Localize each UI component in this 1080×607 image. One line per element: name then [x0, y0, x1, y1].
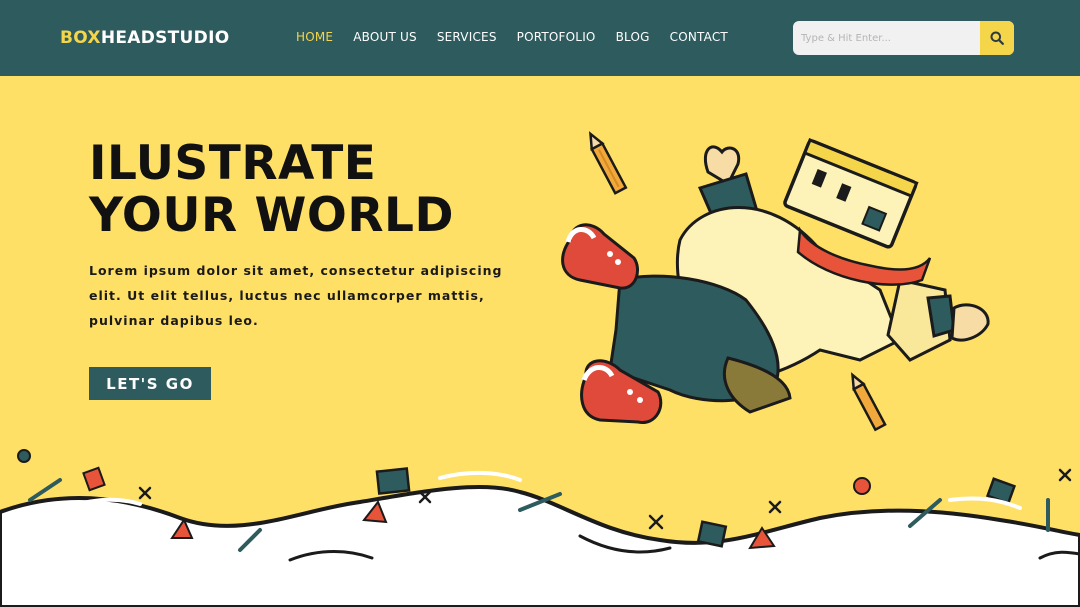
- lets-go-button[interactable]: LET'S GO: [89, 367, 211, 400]
- nav-item-services[interactable]: SERVICES: [437, 30, 497, 44]
- nav-item-about-us[interactable]: ABOUT US: [353, 30, 417, 44]
- brand-logo-part1: BOX: [60, 28, 101, 48]
- hero-description-line1: Lorem ipsum dolor sit amet, consectetur …: [89, 263, 503, 278]
- search-icon: [990, 31, 1004, 45]
- hero-title: ILUSTRATE YOUR WORLD: [89, 138, 454, 242]
- hero-title-line2: YOUR WORLD: [89, 188, 454, 243]
- hero-description-line3: pulvinar dapibus leo.: [89, 313, 259, 328]
- hero-description-line2: elit. Ut elit tellus, luctus nec ullamco…: [89, 288, 485, 303]
- nav-item-portofolio[interactable]: PORTOFOLIO: [517, 30, 596, 44]
- sneaker-icon: [561, 223, 639, 290]
- site-header: BOXHEADSTUDIO HOME ABOUT US SERVICES POR…: [0, 0, 1080, 76]
- hero-title-line1: ILUSTRATE: [89, 136, 377, 191]
- nav-item-contact[interactable]: CONTACT: [670, 30, 728, 44]
- decorative-wave: [0, 449, 1080, 607]
- nav-item-blog[interactable]: BLOG: [616, 30, 650, 44]
- brand-logo[interactable]: BOXHEADSTUDIO: [60, 28, 229, 48]
- hero-illustration: [561, 131, 990, 432]
- circle-doodle-icon: [853, 477, 871, 495]
- square-doodle-icon: [696, 520, 728, 548]
- square-doodle-icon: [375, 467, 411, 495]
- pencil-icon: [588, 131, 628, 195]
- square-doodle-icon: [82, 466, 106, 492]
- search-button[interactable]: [980, 21, 1014, 55]
- brand-logo-part2: HEADSTUDIO: [100, 28, 230, 48]
- search-input[interactable]: [793, 21, 980, 55]
- pencil-icon: [851, 372, 887, 432]
- hero-description: Lorem ipsum dolor sit amet, consectetur …: [89, 258, 539, 333]
- circle-doodle-icon: [17, 449, 31, 463]
- nav-item-home[interactable]: HOME: [296, 30, 333, 44]
- search-box: [793, 21, 1014, 55]
- main-nav: HOME ABOUT US SERVICES PORTOFOLIO BLOG C…: [296, 30, 728, 44]
